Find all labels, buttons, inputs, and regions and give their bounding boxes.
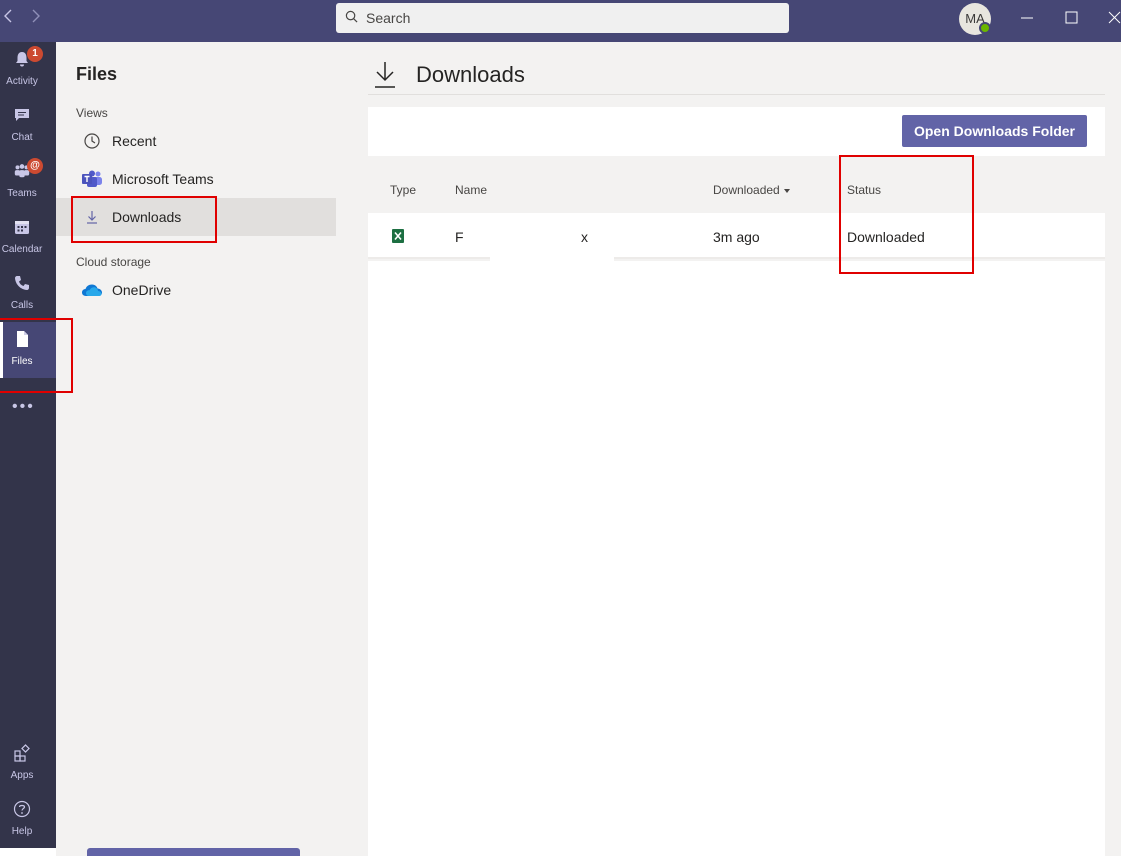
download-icon <box>375 62 395 88</box>
cloud-item-label: OneDrive <box>112 282 172 298</box>
highlight-status-column <box>839 155 974 274</box>
more-apps-icon[interactable]: ••• <box>12 398 35 416</box>
rail-label-calls: Calls <box>10 300 34 311</box>
clock-icon <box>84 133 100 149</box>
onedrive-icon <box>82 284 102 296</box>
view-item-label: Recent <box>112 133 157 149</box>
content-panel <box>368 261 1105 856</box>
forward-arrow-icon[interactable] <box>31 8 41 28</box>
search-box[interactable]: Search <box>336 3 789 33</box>
file-name-end: x <box>581 229 588 245</box>
view-item-recent[interactable]: Recent <box>56 122 336 160</box>
activity-badge: 1 <box>27 46 43 62</box>
view-item-microsoft-teams[interactable]: Microsoft Teams <box>56 160 336 198</box>
rail-item-help[interactable]: Help <box>0 792 56 848</box>
files-pane: Files Views Recent Microsoft Teams Downl… <box>56 42 336 856</box>
teams-logo-icon <box>82 170 102 187</box>
view-item-label: Microsoft Teams <box>112 171 214 187</box>
minimize-icon[interactable] <box>1012 6 1042 30</box>
redacted-filename <box>490 213 614 263</box>
column-header-type: Type <box>390 183 417 197</box>
rail-label-calendar: Calendar <box>1 244 43 255</box>
title-bar: Search MA <box>0 0 1121 42</box>
header-divider <box>368 94 1105 95</box>
page-title: Downloads <box>416 62 525 87</box>
excel-icon <box>392 229 404 243</box>
rail-label-help: Help <box>11 826 33 837</box>
rail-item-calendar[interactable]: Calendar <box>0 210 56 266</box>
main-content: Downloads Open Downloads Folder Type Nam… <box>336 42 1121 856</box>
search-placeholder: Search <box>366 10 411 26</box>
rail-item-apps[interactable]: Apps <box>0 736 56 792</box>
bottom-action-button[interactable] <box>87 848 300 856</box>
sort-descending-icon <box>783 188 790 193</box>
app-rail: 1 Activity Chat @ Teams Calendar Calls F… <box>0 42 56 856</box>
rail-bottom-strip <box>0 848 56 856</box>
rail-item-teams[interactable]: @ Teams <box>0 154 56 210</box>
open-downloads-folder-button[interactable]: Open Downloads Folder <box>902 115 1087 147</box>
presence-status-icon <box>979 22 991 34</box>
highlight-downloads-view <box>71 196 217 243</box>
views-section-label: Views <box>76 106 108 120</box>
help-icon <box>13 800 31 818</box>
file-name-start: F <box>455 229 464 245</box>
column-header-downloaded[interactable]: Downloaded <box>713 183 790 197</box>
back-arrow-icon[interactable] <box>3 8 13 28</box>
rail-label-chat: Chat <box>11 132 33 143</box>
cloud-item-onedrive[interactable]: OneDrive <box>56 271 336 309</box>
downloaded-time: 3m ago <box>713 229 760 245</box>
rail-item-activity[interactable]: 1 Activity <box>0 42 56 98</box>
toolbar: Open Downloads Folder <box>368 107 1105 156</box>
maximize-icon[interactable] <box>1057 6 1087 30</box>
close-icon[interactable] <box>1101 6 1121 30</box>
chat-icon <box>15 109 29 121</box>
cloud-storage-section-label: Cloud storage <box>76 255 151 269</box>
highlight-files-rail <box>0 318 73 393</box>
files-pane-title: Files <box>76 64 118 84</box>
rail-label-teams: Teams <box>7 188 37 199</box>
rail-label-apps: Apps <box>10 770 34 781</box>
rail-label-activity: Activity <box>6 76 38 87</box>
teams-mention-badge: @ <box>27 158 43 174</box>
rail-item-chat[interactable]: Chat <box>0 98 56 154</box>
search-icon <box>345 10 358 23</box>
rail-item-calls[interactable]: Calls <box>0 266 56 322</box>
column-header-name[interactable]: Name <box>455 183 487 197</box>
table-row[interactable]: F x 3m ago Downloaded <box>368 213 1105 263</box>
column-header-downloaded-label: Downloaded <box>713 183 780 197</box>
calendar-icon <box>15 221 29 234</box>
apps-icon <box>14 744 30 762</box>
phone-icon <box>15 276 29 290</box>
